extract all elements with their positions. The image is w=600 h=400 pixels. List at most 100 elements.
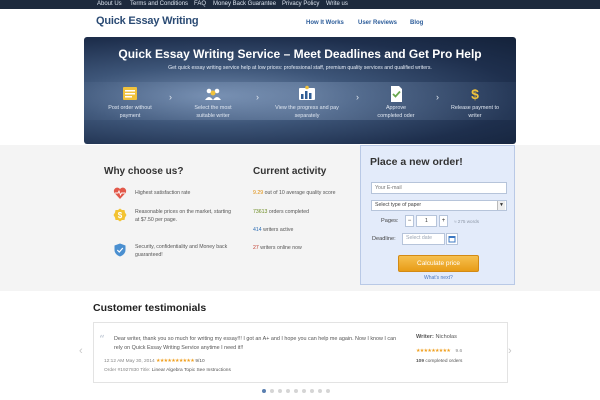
- deadline-label: Deadline:: [372, 236, 396, 242]
- rating-stars-icon: ★★★★★★★★★★: [156, 359, 195, 364]
- activity-writers: 414 writers active: [253, 227, 293, 233]
- step-release-payment: $ Release payment to writer: [442, 85, 508, 120]
- topbar-link-about[interactable]: About Us: [97, 0, 122, 9]
- pages-label: Pages:: [381, 218, 399, 224]
- order-number: #1927830: [117, 368, 139, 373]
- topbar-link-terms[interactable]: Terms and Conditions: [130, 0, 188, 9]
- activity-orders-label: orders completed: [268, 209, 309, 215]
- heart-pulse-icon: [113, 187, 127, 199]
- pagination-dot[interactable]: [310, 389, 314, 393]
- writer-row: Writer: Nicholas: [416, 334, 457, 340]
- dollar-icon: $: [471, 86, 479, 102]
- progress-chart-icon: [299, 85, 315, 100]
- paper-type-value: Select type of paper: [375, 202, 422, 208]
- step-1-line2: payment: [119, 112, 141, 119]
- nav-user-reviews[interactable]: User Reviews: [358, 20, 397, 26]
- activity-title: Current activity: [253, 166, 327, 177]
- testimonial-date: 12:12 AM May 30, 2014: [104, 359, 155, 364]
- step-4-line2: completed oder: [377, 112, 415, 119]
- step-4-line1: Approve: [385, 105, 407, 111]
- chevron-right-icon: ›: [436, 92, 439, 102]
- topbar-link-write-us[interactable]: Write us: [326, 0, 348, 9]
- chevron-right-icon[interactable]: ›: [508, 345, 512, 357]
- activity-online: 27 writers online now: [253, 245, 302, 251]
- testimonial-rating: 9/10: [195, 359, 205, 364]
- nav-how-it-works[interactable]: How It Works: [306, 20, 344, 26]
- why-title: Why choose us?: [104, 166, 184, 177]
- completed-label: completed orders: [425, 359, 463, 364]
- step-3-line1: View the progress and pay: [275, 105, 339, 111]
- calendar-icon[interactable]: [446, 233, 458, 245]
- activity-online-value: 27: [253, 245, 259, 251]
- deadline-input[interactable]: Select date: [402, 233, 445, 245]
- testimonial-text: Dear writer, thank you so much for writi…: [114, 336, 397, 351]
- why-item-security: Security, confidentiality and Money back…: [114, 243, 235, 259]
- hero-banner: Quick Essay Writing Service – Meet Deadl…: [84, 37, 516, 144]
- topbar-link-privacy[interactable]: Privacy Policy: [282, 0, 319, 9]
- testimonials-title: Customer testimonials: [93, 302, 207, 314]
- top-bar: About Us Terms and Conditions FAQ Money …: [0, 0, 600, 9]
- site-logo[interactable]: Quick Essay Writing: [96, 15, 199, 27]
- step-5-line2: writer: [468, 112, 482, 119]
- testimonial-order-row: Order #1927830 Title: Linear Algebra Top…: [104, 368, 231, 373]
- step-5-line1: Release payment to: [451, 105, 499, 111]
- activity-orders: 73613 orders completed: [253, 209, 309, 215]
- chevron-left-icon[interactable]: ‹: [79, 345, 83, 357]
- quote-icon: “: [99, 333, 105, 346]
- writer-rating-row: ★★★★★★★★★ 9.6: [416, 349, 462, 354]
- completed-count: 109: [416, 359, 425, 364]
- writer-completed-row: 109 completed orders: [416, 359, 462, 364]
- pagination-dot[interactable]: [318, 389, 322, 393]
- pagination-dot[interactable]: [278, 389, 282, 393]
- whats-next-link[interactable]: What's next?: [424, 275, 453, 281]
- approved-document-icon: [391, 86, 402, 102]
- why-item-prices: $ Reasonable prices on the market, start…: [113, 208, 235, 224]
- chevron-right-icon: ›: [169, 92, 172, 102]
- pages-input[interactable]: 1: [416, 215, 437, 227]
- pagination-dot[interactable]: [270, 389, 274, 393]
- activity-quality-value: 9.29: [253, 190, 264, 196]
- activity-writers-label: writers active: [263, 227, 294, 233]
- topbar-link-guarantee[interactable]: Money Back Guarantee: [213, 0, 276, 9]
- step-post-order: Post order without payment: [100, 85, 160, 120]
- step-2-line2: suitable writer: [196, 112, 230, 119]
- why-text-satisfaction: Highest satisfaction rate: [135, 190, 191, 196]
- order-form-icon: [123, 87, 137, 100]
- chevron-right-icon: ›: [256, 92, 259, 102]
- shield-icon: [114, 243, 126, 257]
- why-text-security: Security, confidentiality and Money back…: [135, 244, 228, 258]
- paper-type-select[interactable]: Select type of paper ▼: [371, 200, 507, 211]
- step-2-line1: Select the most: [194, 105, 232, 111]
- step-view-progress: View the progress and pay separately: [267, 85, 347, 120]
- writer-stars-icon: ★★★★★★★★★: [416, 349, 451, 354]
- why-text-prices: Reasonable prices on the market, startin…: [135, 209, 232, 223]
- step-3-line2: separately: [294, 112, 320, 119]
- writers-group-icon: [205, 88, 221, 100]
- pagination-dot[interactable]: [326, 389, 330, 393]
- pages-decrement-button[interactable]: −: [405, 215, 414, 227]
- topbar-link-faq[interactable]: FAQ: [194, 0, 206, 9]
- pagination-dot[interactable]: [262, 389, 266, 393]
- hero-subtitle: Get quick essay writing service help at …: [168, 65, 432, 71]
- writer-label: Writer:: [416, 334, 434, 340]
- activity-writers-value: 414: [253, 227, 262, 233]
- step-approve: Approve completed oder: [366, 85, 426, 120]
- pagination-dot[interactable]: [302, 389, 306, 393]
- nav-blog[interactable]: Blog: [410, 20, 423, 26]
- activity-orders-value: 73613: [253, 209, 268, 215]
- writer-score: 9.6: [455, 349, 463, 354]
- words-estimate: ≈ 275 words: [454, 219, 479, 224]
- hero-title: Quick Essay Writing Service – Meet Deadl…: [118, 47, 482, 61]
- chevron-right-icon: ›: [356, 92, 359, 102]
- pages-increment-button[interactable]: +: [439, 215, 448, 227]
- activity-quality: 9.29 out of 10 average quality score: [253, 190, 336, 196]
- email-field[interactable]: [371, 182, 507, 194]
- calculate-price-button[interactable]: Calculate price: [398, 255, 479, 272]
- pagination-dot[interactable]: [286, 389, 290, 393]
- pagination-dot[interactable]: [294, 389, 298, 393]
- writer-name[interactable]: Nicholas: [436, 334, 457, 340]
- step-1-line1: Post order without: [108, 105, 152, 111]
- site-header: Quick Essay Writing How It Works User Re…: [0, 9, 600, 35]
- svg-text:$: $: [118, 211, 123, 220]
- order-form-title: Place a new order!: [370, 156, 463, 168]
